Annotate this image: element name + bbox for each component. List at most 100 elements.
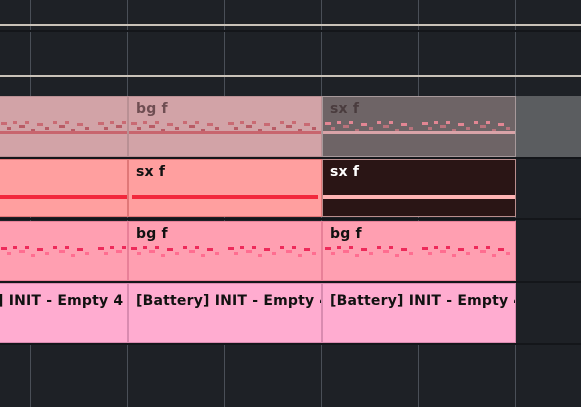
track-1-region-1[interactable] <box>0 96 128 157</box>
midi-note <box>98 247 104 250</box>
midi-note <box>466 127 470 130</box>
track-4-region-3[interactable]: [Battery] INIT - Empty 4 <box>322 283 516 343</box>
midi-note <box>246 125 252 128</box>
midi-note <box>312 252 316 255</box>
midi-note <box>480 250 486 253</box>
midi-note <box>343 250 349 253</box>
midi-note <box>428 127 432 130</box>
midi-note <box>175 252 179 255</box>
midi-note <box>264 123 270 126</box>
midi-note <box>434 246 438 249</box>
midi-note <box>85 127 89 130</box>
midi-note <box>331 127 335 130</box>
midi-note <box>19 125 25 128</box>
midi-note <box>143 121 147 124</box>
midi-note <box>369 252 373 255</box>
midi-note <box>195 121 199 124</box>
midi-note <box>422 122 428 125</box>
midi-note <box>104 127 108 130</box>
midi-note <box>280 246 284 249</box>
midi-note <box>440 125 446 128</box>
midi-note <box>7 127 11 130</box>
region-name: [Battery] INIT - Empty 4 <box>330 293 516 309</box>
midi-note <box>361 248 367 251</box>
region-name: sx f <box>136 164 166 180</box>
midi-note <box>143 246 147 249</box>
midi-note <box>13 121 17 124</box>
midi-note <box>228 122 234 125</box>
midi-note <box>377 121 381 124</box>
track-1-region-2[interactable]: bg f <box>128 96 322 157</box>
track-3-region-2[interactable]: bg f <box>128 221 322 281</box>
midi-note <box>428 252 432 255</box>
midi-note <box>355 254 359 257</box>
midi-note <box>286 250 292 253</box>
midi-note <box>395 254 399 257</box>
midi-note <box>7 252 11 255</box>
track-3-region-1[interactable] <box>0 221 128 281</box>
track-2-region-3[interactable]: sx f <box>322 159 516 217</box>
midi-note <box>480 125 486 128</box>
track-2-region-1[interactable] <box>0 159 128 217</box>
track-1-region-3[interactable]: sx f <box>322 96 516 157</box>
midi-note-line <box>0 131 127 134</box>
midi-note <box>116 125 122 128</box>
midi-note-line <box>132 195 318 199</box>
midi-note <box>167 248 173 251</box>
midi-note <box>389 121 393 124</box>
midi-note <box>234 127 238 130</box>
midi-note <box>272 127 276 130</box>
midi-note <box>252 246 256 249</box>
arranger-view[interactable]: bg f sx f sx f sx f bg f bg f [Battery] … <box>0 0 581 407</box>
midi-note <box>1 122 7 125</box>
midi-note <box>53 246 57 249</box>
midi-note <box>37 123 43 126</box>
midi-note <box>116 250 122 253</box>
lane-separator <box>0 343 581 345</box>
midi-note <box>401 248 407 251</box>
midi-note <box>498 248 504 251</box>
midi-note <box>304 123 310 126</box>
midi-note <box>474 246 478 249</box>
track-2-region-2[interactable]: sx f <box>128 159 322 217</box>
midi-note <box>286 125 292 128</box>
midi-note <box>292 121 296 124</box>
midi-note <box>401 123 407 126</box>
midi-note <box>31 254 35 257</box>
midi-note <box>292 246 296 249</box>
track-3-region-3[interactable]: bg f <box>322 221 516 281</box>
midi-note <box>434 121 438 124</box>
midi-note <box>207 248 213 251</box>
midi-note <box>446 121 450 124</box>
midi-note <box>298 254 302 257</box>
midi-note <box>458 123 464 126</box>
midi-note <box>466 252 470 255</box>
midi-note <box>369 127 373 130</box>
midi-note <box>149 125 155 128</box>
region-name: bg f <box>136 101 168 117</box>
midi-note <box>252 121 256 124</box>
midi-note <box>361 123 367 126</box>
midi-note <box>195 246 199 249</box>
midi-note <box>65 121 69 124</box>
midi-note <box>13 246 17 249</box>
midi-note <box>104 252 108 255</box>
midi-note <box>446 246 450 249</box>
midi-note-line <box>129 131 321 134</box>
midi-note <box>137 252 141 255</box>
midi-note <box>474 121 478 124</box>
midi-note <box>506 127 510 130</box>
midi-note <box>53 121 57 124</box>
track-4-region-1[interactable]: [Battery] INIT - Empty 4 <box>0 283 128 343</box>
midi-note <box>137 127 141 130</box>
midi-note <box>240 246 244 249</box>
midi-note <box>25 121 29 124</box>
midi-note <box>189 250 195 253</box>
midi-note <box>167 123 173 126</box>
midi-note <box>77 123 83 126</box>
midi-note <box>122 121 126 124</box>
track-4-region-2[interactable]: [Battery] INIT - Empty 4 <box>128 283 322 343</box>
midi-note <box>131 122 137 125</box>
midi-note <box>337 121 341 124</box>
midi-note <box>234 252 238 255</box>
